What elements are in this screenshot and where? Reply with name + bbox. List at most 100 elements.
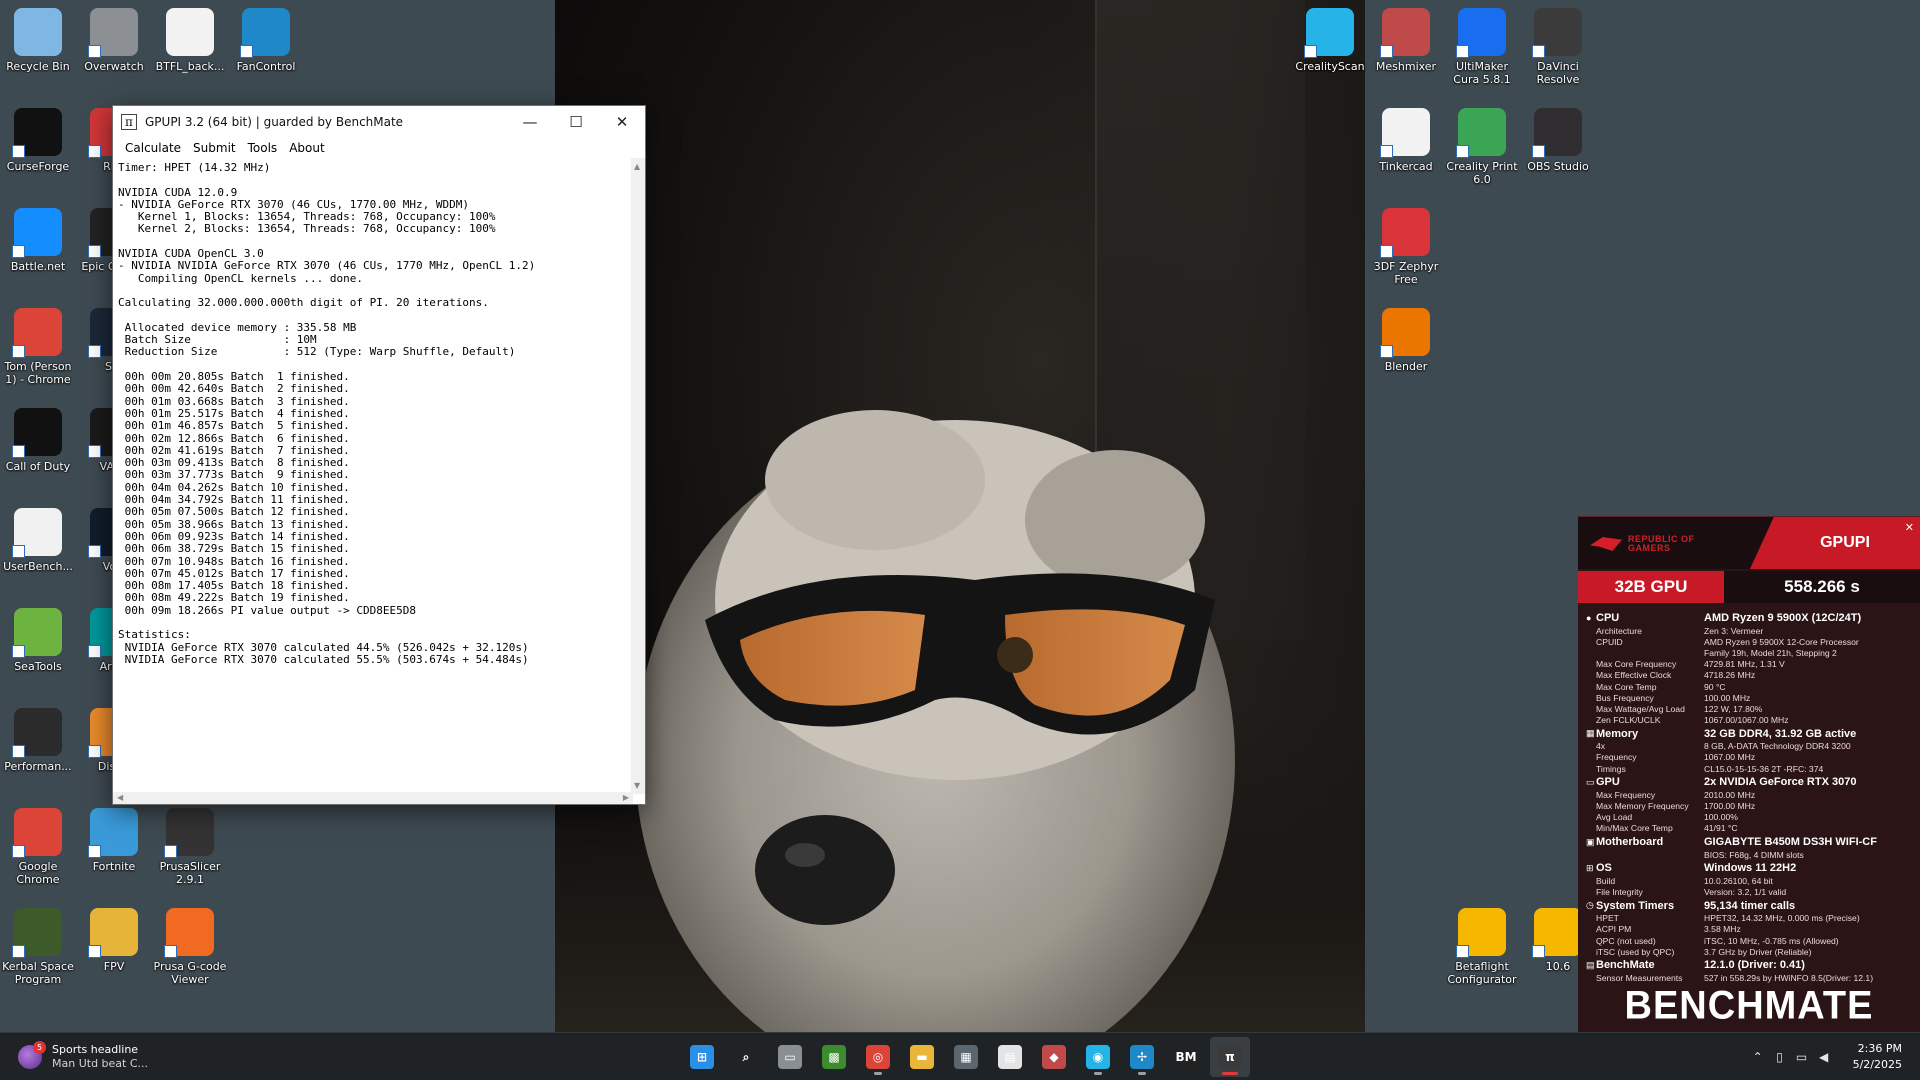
desktop-icon-meshmixer[interactable]: Meshmixer — [1368, 0, 1444, 94]
info-key: Max Wattage/Avg Load — [1596, 703, 1685, 714]
battlenet-icon — [12, 208, 62, 258]
maximize-button[interactable]: ☐ — [553, 106, 599, 138]
menu-tools[interactable]: Tools — [242, 141, 284, 155]
usb-device-icon[interactable]: ▯ — [1769, 1046, 1791, 1068]
desktop-icon-fpv[interactable]: FPV — [76, 900, 152, 994]
desktop-icon-davinci[interactable]: DaVinci Resolve — [1520, 0, 1596, 94]
desktop-icon-performance[interactable]: Performan... — [0, 700, 76, 794]
taskbar-start[interactable]: ⊞ — [682, 1037, 722, 1077]
desktop-icon-zephyr[interactable]: 3DF Zephyr Free — [1368, 200, 1444, 294]
desktop-icon-fortnite[interactable]: Fortnite — [76, 800, 152, 894]
horizontal-scrollbar[interactable]: ◀ ▶ — [113, 792, 633, 804]
close-icon[interactable]: ✕ — [1905, 521, 1914, 534]
info-row: ACPI PM 3.58 MHz — [1586, 924, 1914, 935]
taskbar-meshmixer[interactable]: ◆ — [1034, 1037, 1074, 1077]
desktop-icon-cod[interactable]: Call of Duty — [0, 400, 76, 494]
info-key: iTSC (used by QPC) — [1596, 946, 1675, 957]
clock-time: 2:36 PM — [1857, 1042, 1902, 1055]
desktop-icon-cura[interactable]: UltiMaker Cura 5.8.1 — [1444, 0, 1520, 94]
tinkercad-icon — [1380, 108, 1430, 158]
taskbar-minecraft[interactable]: ▩ — [814, 1037, 854, 1077]
menu-calculate[interactable]: Calculate — [119, 141, 187, 155]
overwatch-icon — [88, 8, 138, 58]
window-titlebar[interactable]: π GPUPI 3.2 (64 bit) | guarded by BenchM… — [113, 106, 645, 138]
info-key: Architecture — [1596, 625, 1642, 636]
desktop-icon-overwatch[interactable]: Overwatch — [76, 0, 152, 94]
scroll-right-icon[interactable]: ▶ — [623, 793, 629, 802]
davinci-icon — [1532, 8, 1582, 58]
taskbar-tinkercad[interactable]: ▤ — [990, 1037, 1030, 1077]
taskbar-crealityscan[interactable]: ◉ — [1078, 1037, 1118, 1077]
network-icon[interactable]: ▭ — [1791, 1046, 1813, 1068]
taskbar-fancontrol[interactable]: ✢ — [1122, 1037, 1162, 1077]
scroll-up-icon[interactable]: ▲ — [634, 162, 640, 171]
minimize-button[interactable]: — — [507, 106, 553, 138]
desktop-icon-prusaslicer[interactable]: PrusaSlicer 2.9.1 — [152, 800, 228, 894]
desktop-icon-btfl[interactable]: BTFL_back... — [152, 0, 228, 94]
console-output[interactable]: Timer: HPET (14.32 MHz) NVIDIA CUDA 12.0.… — [113, 158, 633, 794]
document-icon — [166, 8, 214, 56]
menu-about[interactable]: About — [283, 141, 330, 155]
vertical-scrollbar[interactable]: ▲ ▼ — [631, 158, 645, 794]
desktop-icon-curseforge[interactable]: CurseForge — [0, 100, 76, 194]
desktop-icon-label: Kerbal Space Program — [2, 960, 74, 986]
desktop-icon-label: Recycle Bin — [6, 60, 70, 73]
info-value: Zen 3: Vermeer — [1704, 625, 1764, 636]
cpu-icon: ● — [1586, 613, 1592, 623]
info-row: Max Frequency 2010.00 MHz — [1586, 789, 1914, 800]
taskbar-taskview[interactable]: ▭ — [770, 1037, 810, 1077]
clock[interactable]: 2:36 PM 5/2/2025 — [1853, 1041, 1902, 1073]
console-line: 00h 01m 25.517s Batch 4 finished. — [118, 406, 350, 420]
info-value: 3.7 GHz by Driver (Reliable) — [1704, 946, 1812, 957]
info-row: Family 19h, Model 21h, Stepping 2 — [1586, 647, 1914, 658]
info-key: HPET — [1596, 913, 1619, 924]
console-line: 00h 03m 09.413s Batch 8 finished. — [118, 456, 350, 470]
info-value: 10.0.26100, 64 bit — [1704, 875, 1773, 886]
desktop-icon-betaflight[interactable]: Betaflight Configurator — [1444, 900, 1520, 994]
scroll-left-icon[interactable]: ◀ — [117, 793, 123, 802]
taskbar-explorer[interactable]: ▬ — [902, 1037, 942, 1077]
info-row: Max Core Temp 90 °C — [1586, 681, 1914, 692]
info-value: 1067.00 MHz — [1704, 752, 1756, 763]
desktop-icon-prusagcode[interactable]: Prusa G-code Viewer — [152, 900, 228, 994]
desktop-icon-tinkercad[interactable]: Tinkercad — [1368, 100, 1444, 194]
console-line: Kernel 2, Blocks: 13654, Threads: 768, O… — [118, 222, 496, 236]
close-button[interactable]: ✕ — [599, 106, 645, 138]
desktop-icon-chrome-tom[interactable]: Tom (Person 1) - Chrome — [0, 300, 76, 394]
info-value: 1700.00 MHz — [1704, 801, 1756, 812]
maximize-icon: ☐ — [569, 113, 583, 131]
taskbar-gpupi[interactable]: π — [1210, 1037, 1250, 1077]
desktop-icon-userbench[interactable]: UserBench... — [0, 500, 76, 594]
os-icon: ⊞ — [1586, 862, 1594, 873]
crealityscan-icon: ◉ — [1086, 1045, 1110, 1069]
chevron-up-icon[interactable]: ⌃ — [1747, 1046, 1769, 1068]
taskbar-benchmate[interactable]: BM — [1166, 1037, 1206, 1077]
news-widget[interactable]: 5 Sports headline Man Utd beat C... — [18, 1040, 148, 1074]
desktop-icon-ksp[interactable]: Kerbal Space Program — [0, 900, 76, 994]
info-row: HPET HPET32, 14.32 MHz, 0.000 ms (Precise… — [1586, 913, 1914, 924]
taskbar-calculator[interactable]: ▦ — [946, 1037, 986, 1077]
desktop-icon-seatools[interactable]: SeaTools — [0, 600, 76, 694]
menu-bar: Calculate Submit Tools About — [113, 138, 645, 158]
volume-icon[interactable]: ◀ — [1813, 1046, 1835, 1068]
desktop-icon-obs[interactable]: OBS Studio — [1520, 100, 1596, 194]
desktop-icon-recycle[interactable]: Recycle Bin — [0, 0, 76, 94]
taskbar-search[interactable]: ⌕ — [726, 1037, 766, 1077]
file-explorer-icon: ▬ — [910, 1045, 934, 1069]
desktop-icon-crealityscan[interactable]: CrealityScan — [1292, 0, 1368, 94]
gpupi-window[interactable]: π GPUPI 3.2 (64 bit) | guarded by BenchM… — [112, 105, 646, 805]
desktop-icon-blender[interactable]: Blender — [1368, 300, 1444, 394]
info-value: Version: 3.2, 1/1 valid — [1704, 886, 1787, 897]
taskbar-chrome[interactable]: ◎ — [858, 1037, 898, 1077]
running-indicator — [874, 1072, 882, 1075]
fan-icon: ✢ — [1130, 1045, 1154, 1069]
desktop-icon-battlenet[interactable]: Battle.net — [0, 200, 76, 294]
desktop-icon-fancontrol[interactable]: FanControl — [228, 0, 304, 94]
menu-submit[interactable]: Submit — [187, 141, 242, 155]
desktop-icon-crealityprint[interactable]: Creality Print 6.0 — [1444, 100, 1520, 194]
info-key: ACPI PM — [1596, 924, 1632, 935]
desktop-icon-gchrome[interactable]: Google Chrome — [0, 800, 76, 894]
section-value: 32 GB DDR4, 31.92 GB active — [1704, 727, 1857, 740]
scroll-down-icon[interactable]: ▼ — [634, 781, 640, 790]
